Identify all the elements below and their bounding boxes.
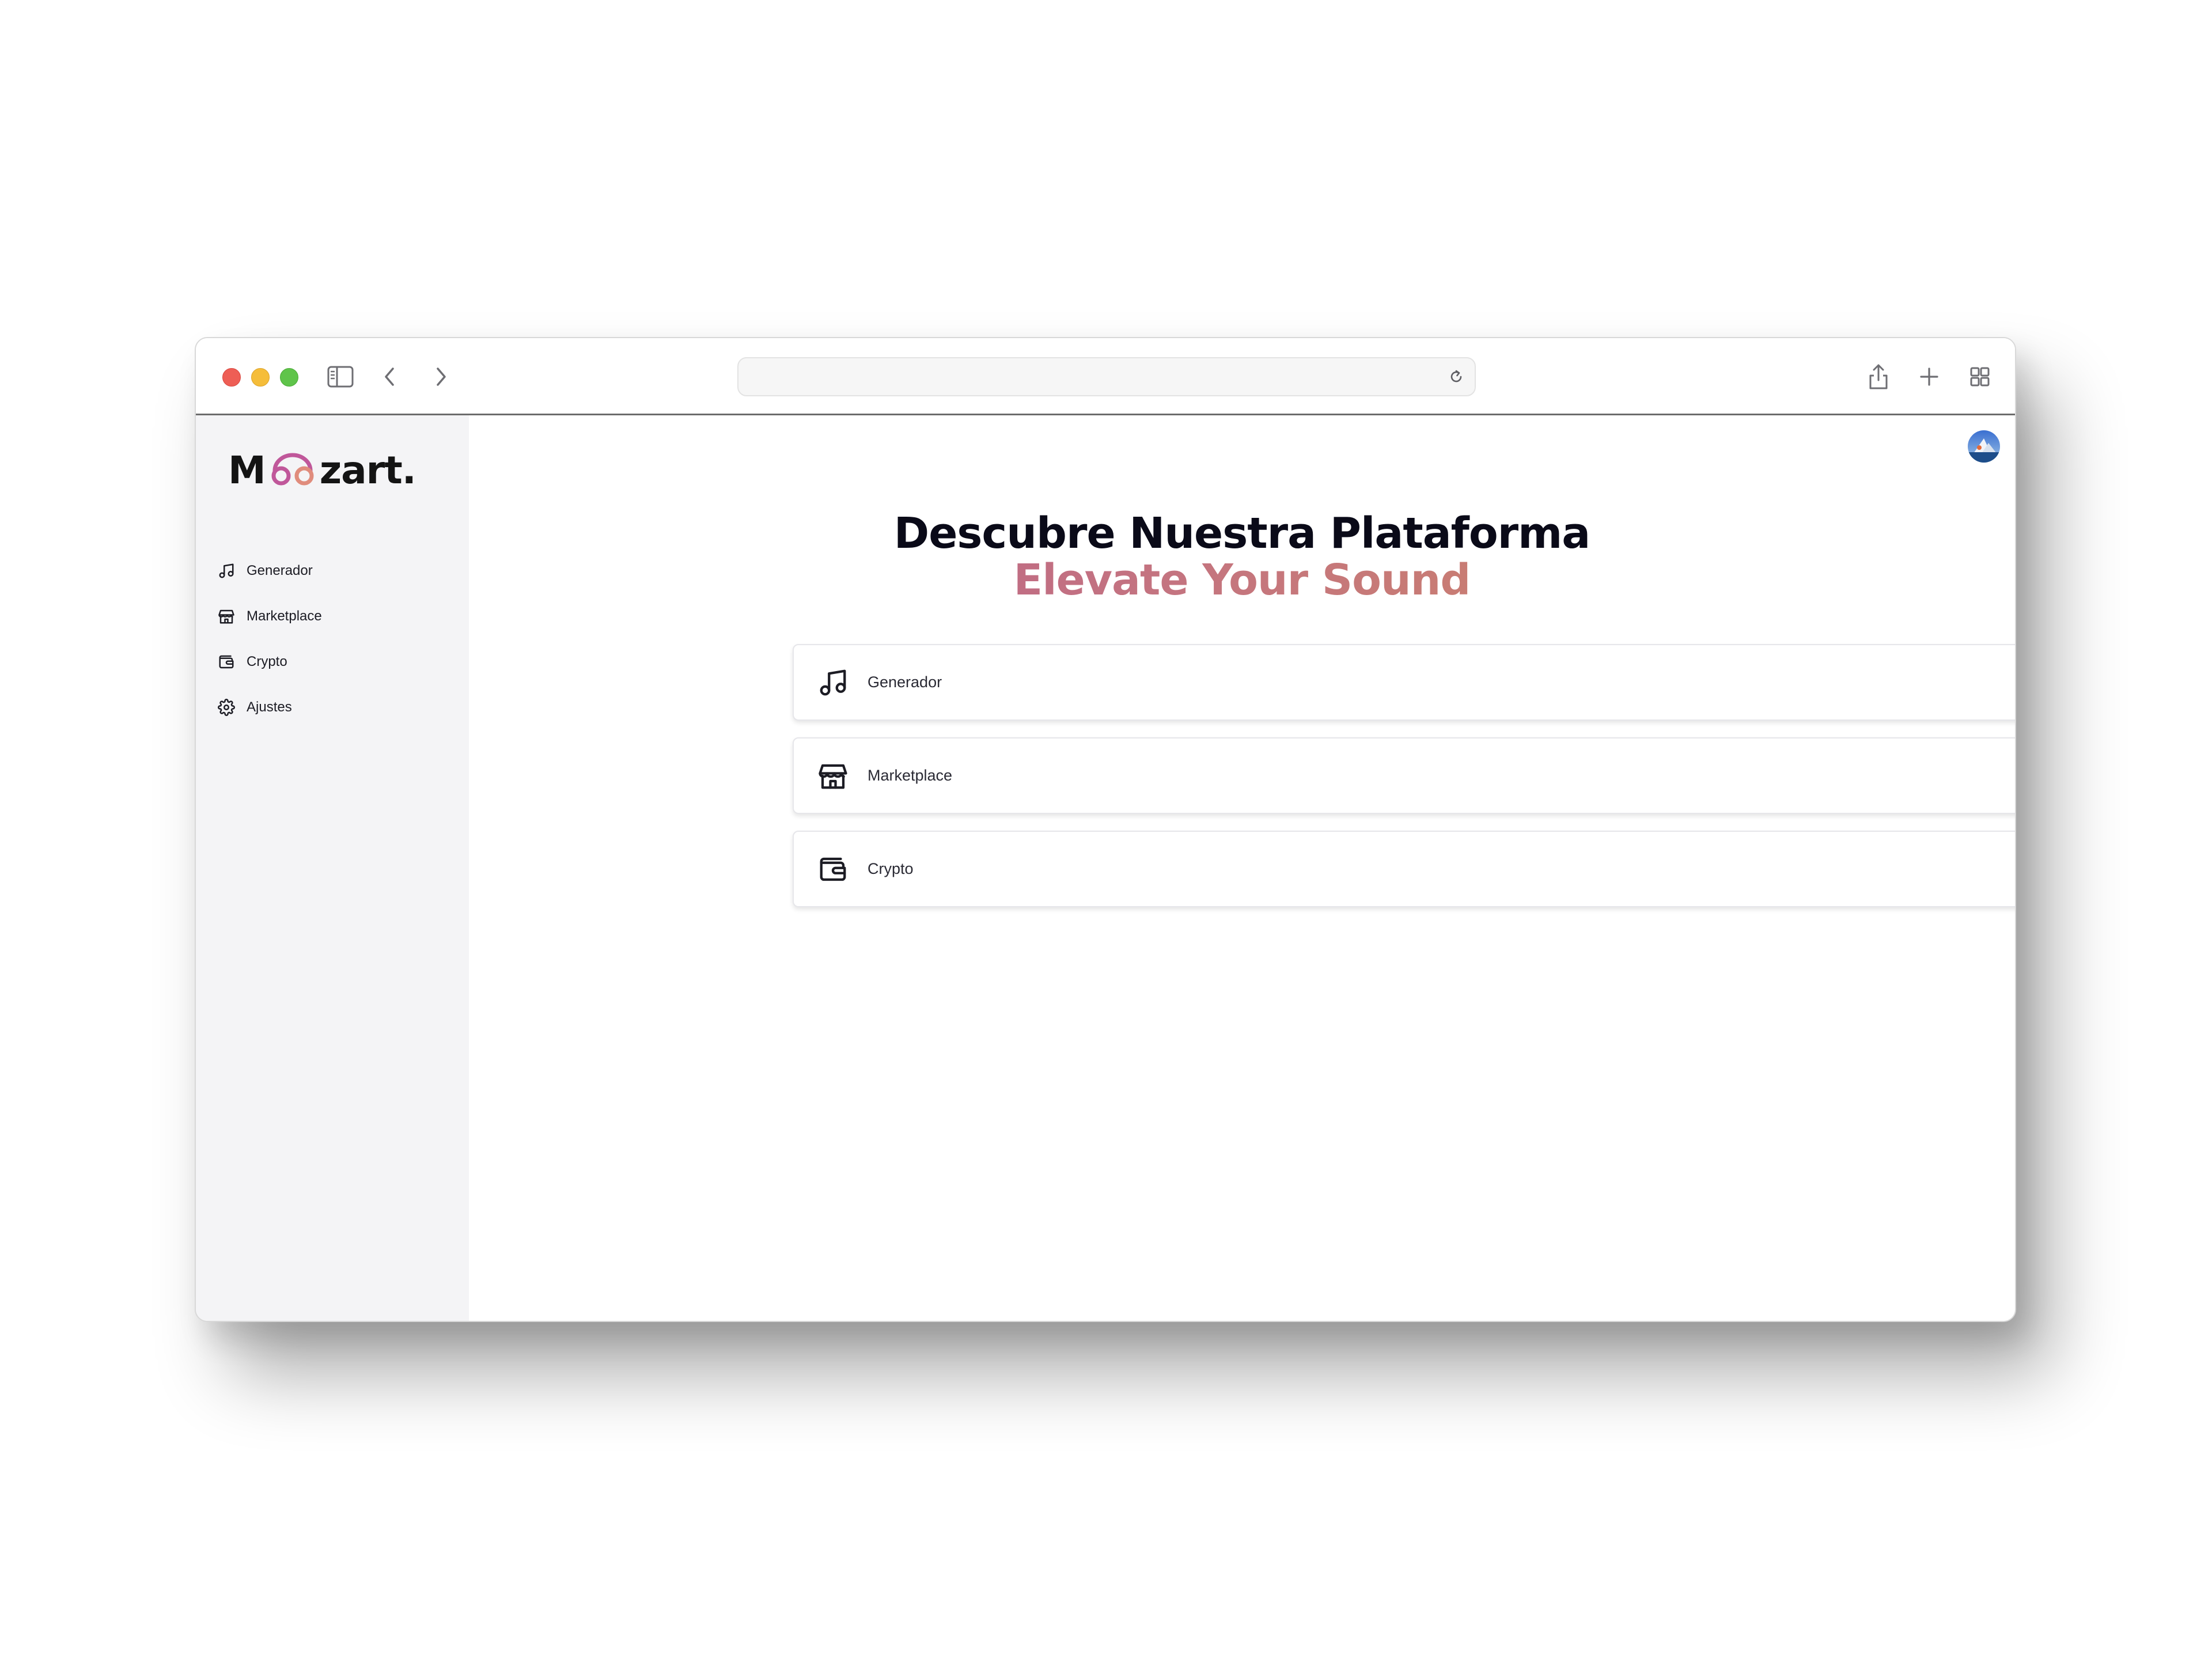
feature-cards: Generador Marketplace Crypto: [793, 644, 2015, 924]
new-tab-icon[interactable]: [1915, 362, 1944, 391]
card-marketplace[interactable]: Marketplace: [793, 737, 2015, 814]
page-title: Descubre Nuestra Plataforma: [893, 509, 1590, 558]
avatar[interactable]: [1968, 430, 2000, 463]
browser-window: M zart. Generador Marketplace Crypto Aju…: [195, 337, 2016, 1322]
logo-headphones-mark: [267, 451, 319, 489]
sidebar-item-label: Ajustes: [247, 699, 292, 715]
minimize-window-button[interactable]: [251, 368, 270, 387]
store-icon: [816, 759, 850, 793]
card-generador[interactable]: Generador: [793, 644, 2015, 721]
sidebar-nav: Generador Marketplace Crypto Ajustes: [217, 548, 459, 730]
sidebar-item-label: Crypto: [247, 653, 287, 669]
card-label: Marketplace: [868, 767, 953, 784]
sidebar-toggle-icon[interactable]: [326, 362, 355, 391]
browser-toolbar: [196, 338, 2015, 415]
sidebar-item-generador[interactable]: Generador: [217, 548, 459, 593]
address-bar[interactable]: [737, 357, 1476, 396]
music-note-icon: [816, 665, 850, 700]
gear-icon: [217, 698, 236, 717]
sidebar-item-marketplace[interactable]: Marketplace: [217, 593, 459, 639]
store-icon: [217, 607, 236, 626]
card-label: Generador: [868, 673, 942, 691]
page-subtitle: Elevate Your Sound: [469, 557, 2015, 603]
logo[interactable]: M zart.: [228, 444, 416, 496]
sidebar: M zart. Generador Marketplace Crypto Aju…: [196, 415, 469, 1321]
sidebar-item-crypto[interactable]: Crypto: [217, 639, 459, 684]
close-window-button[interactable]: [222, 368, 241, 387]
logo-suffix: zart.: [319, 448, 416, 493]
back-chevron-icon[interactable]: [376, 362, 404, 391]
sidebar-item-label: Marketplace: [247, 608, 322, 624]
share-icon[interactable]: [1864, 362, 1893, 391]
sidebar-item-label: Generador: [247, 562, 313, 578]
wallet-icon: [217, 652, 236, 672]
sidebar-item-ajustes[interactable]: Ajustes: [217, 684, 459, 730]
logo-prefix: M: [228, 448, 266, 493]
hero: Descubre Nuestra Plataforma Elevate Your…: [469, 510, 2015, 603]
music-note-icon: [217, 561, 236, 581]
main-content: Descubre Nuestra Plataforma Elevate Your…: [469, 415, 2015, 1321]
tab-overview-icon[interactable]: [1965, 362, 1994, 391]
card-crypto[interactable]: Crypto: [793, 831, 2015, 907]
zoom-window-button[interactable]: [280, 368, 298, 387]
reload-icon[interactable]: [1446, 366, 1467, 387]
card-label: Crypto: [868, 860, 914, 877]
forward-chevron-icon[interactable]: [426, 362, 455, 391]
wallet-icon: [816, 852, 850, 887]
